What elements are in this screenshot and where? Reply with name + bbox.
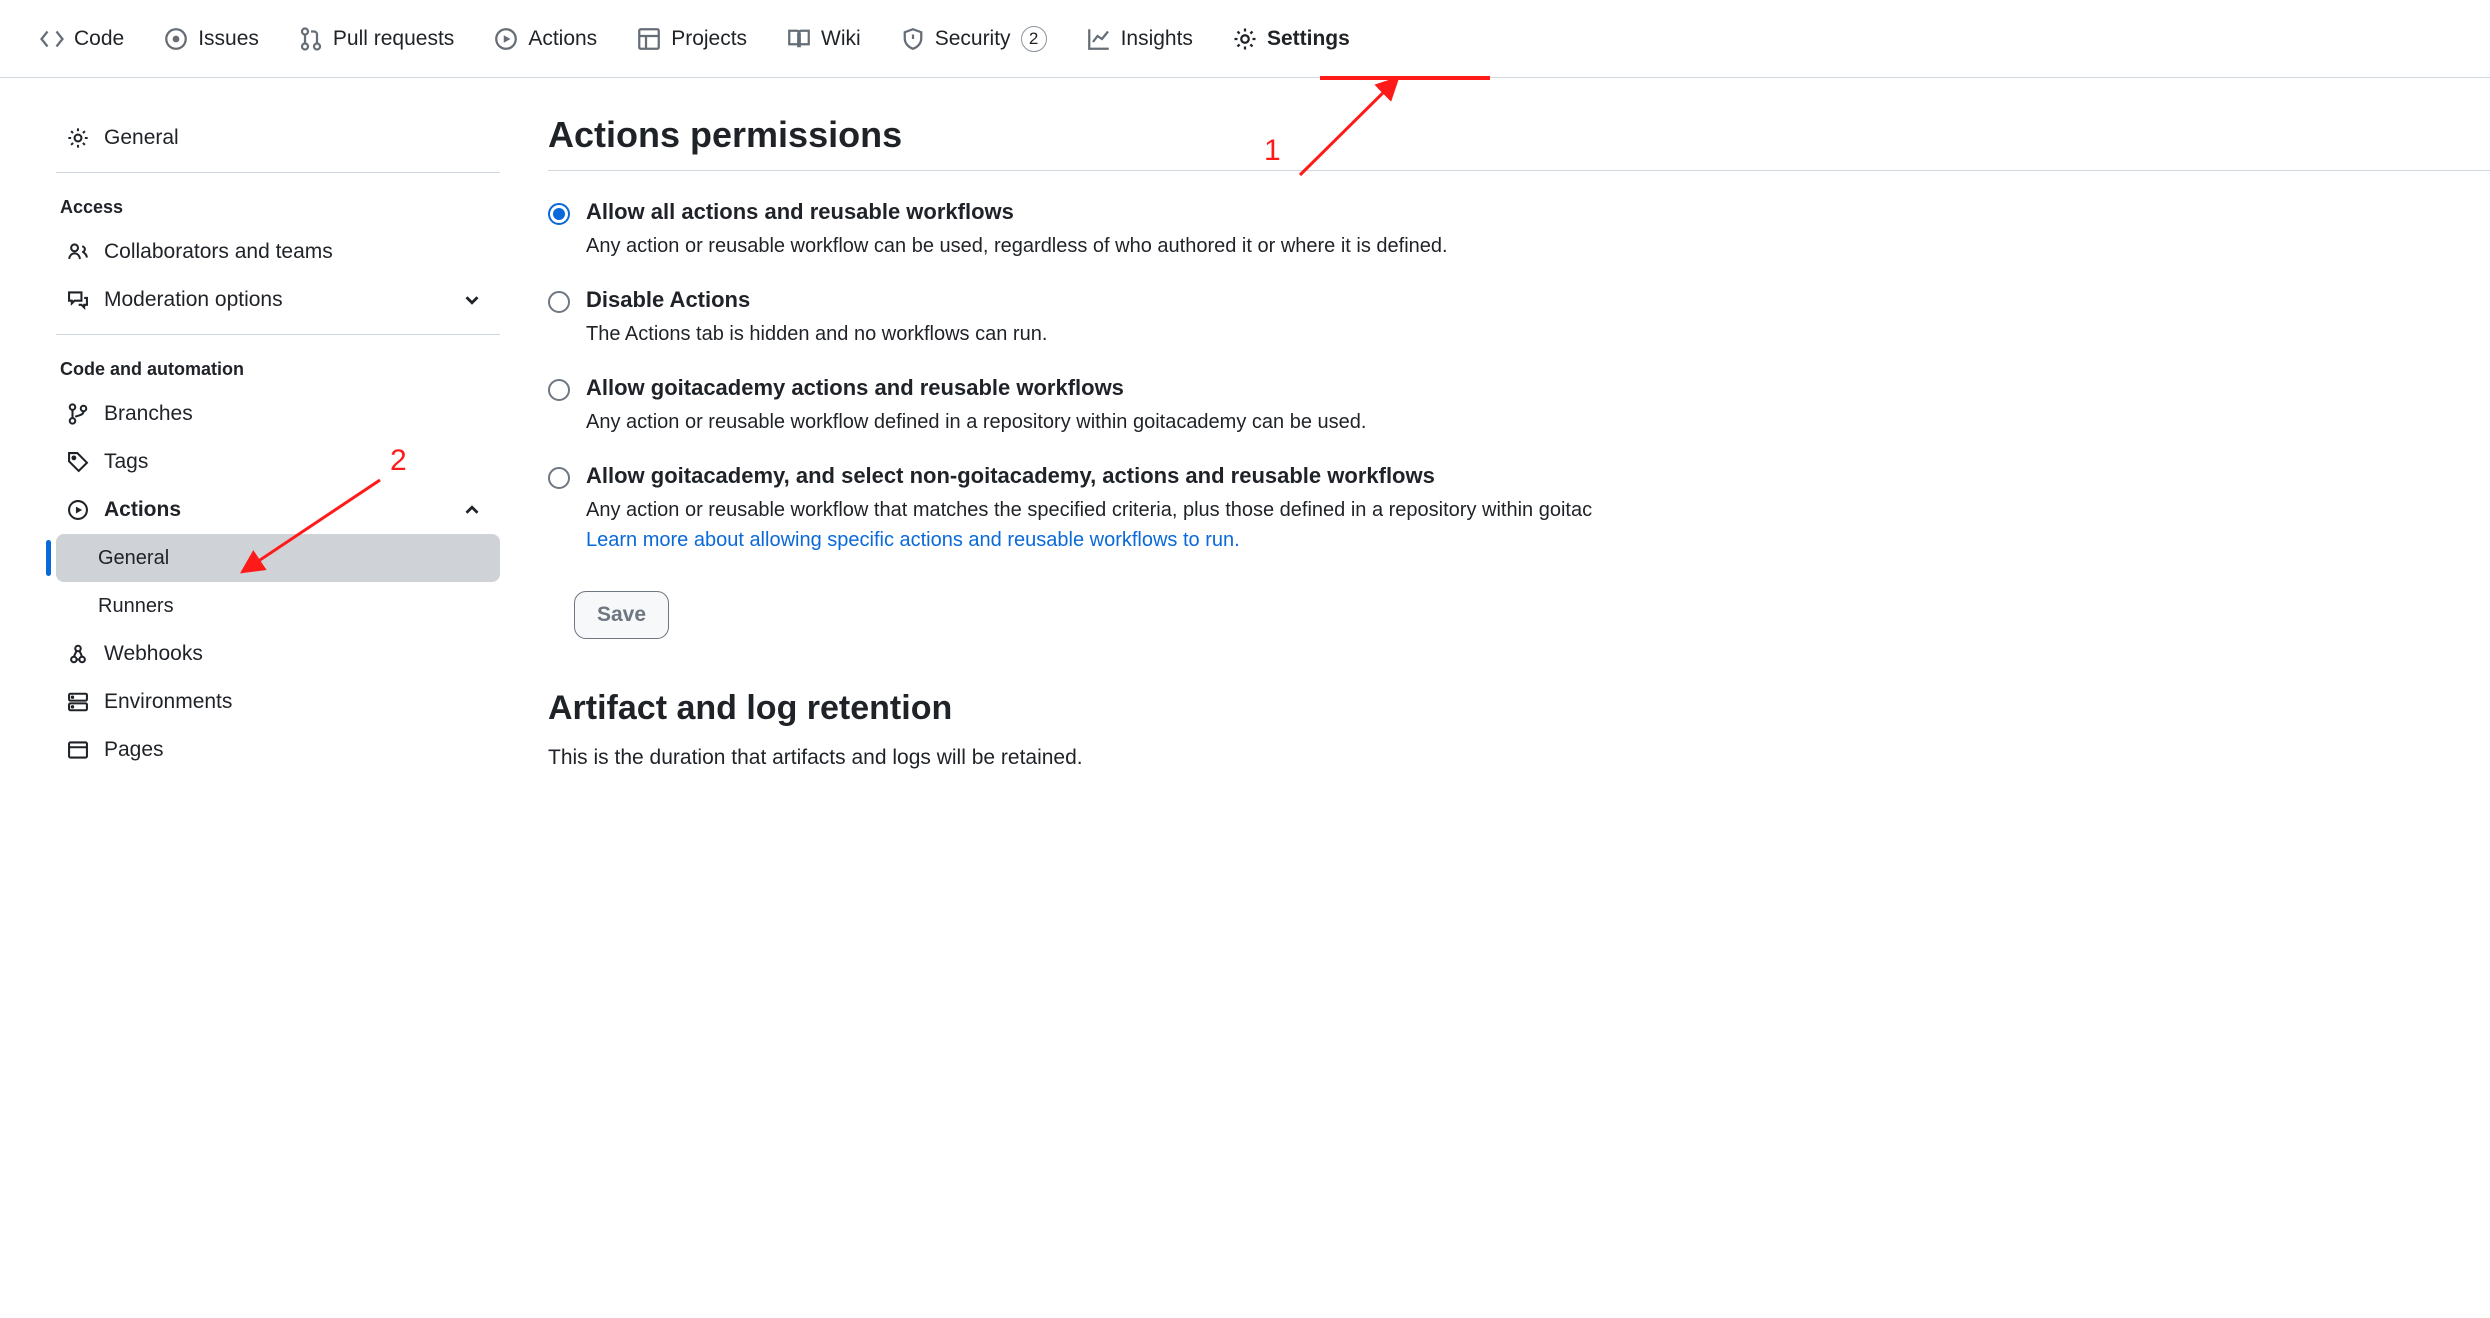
sidebar-actions-general-label: General — [98, 547, 169, 570]
tab-projects[interactable]: Projects — [621, 0, 763, 77]
tab-code[interactable]: Code — [24, 0, 140, 77]
book-icon — [787, 27, 811, 51]
tab-issues[interactable]: Issues — [148, 0, 275, 77]
sidebar-pages[interactable]: Pages — [56, 726, 500, 774]
retention-heading: Artifact and log retention — [548, 689, 2490, 728]
option-title: Disable Actions — [586, 287, 1047, 313]
git-pull-request-icon — [299, 27, 323, 51]
git-branch-icon — [66, 402, 90, 426]
main-content: Actions permissions Allow all actions an… — [548, 114, 2490, 774]
sidebar-collaborators-label: Collaborators and teams — [104, 240, 333, 264]
gear-icon — [66, 126, 90, 150]
tab-pulls[interactable]: Pull requests — [283, 0, 470, 77]
sidebar-pages-label: Pages — [104, 738, 164, 762]
tab-security[interactable]: Security 2 — [885, 0, 1063, 77]
tab-actions[interactable]: Actions — [478, 0, 613, 77]
play-circle-icon — [494, 27, 518, 51]
option-desc: The Actions tab is hidden and no workflo… — [586, 319, 1047, 349]
option-title: Allow goitacademy, and select non-goitac… — [586, 463, 1592, 489]
settings-sidebar: General Access Collaborators and teams M… — [0, 114, 500, 774]
sidebar-actions-general[interactable]: General — [56, 534, 500, 582]
option-body: Allow all actions and reusable workflows… — [586, 199, 1448, 261]
sidebar-group-access: Access — [56, 177, 500, 228]
retention-desc: This is the duration that artifacts and … — [548, 746, 2490, 770]
repo-tabnav: Code Issues Pull requests Actions Projec… — [0, 0, 2490, 78]
tab-code-label: Code — [74, 27, 124, 51]
tab-actions-label: Actions — [528, 27, 597, 51]
sidebar-general[interactable]: General — [56, 114, 500, 162]
server-icon — [66, 690, 90, 714]
sidebar-moderation-label: Moderation options — [104, 288, 283, 312]
radio-disable[interactable] — [548, 291, 570, 313]
tab-pulls-label: Pull requests — [333, 27, 454, 51]
sidebar-tags[interactable]: Tags — [56, 438, 500, 486]
sidebar-collaborators[interactable]: Collaborators and teams — [56, 228, 500, 276]
radio-select[interactable] — [548, 467, 570, 489]
tab-settings[interactable]: Settings — [1217, 0, 1366, 77]
tab-wiki[interactable]: Wiki — [771, 0, 877, 77]
option-desc: Any action or reusable workflow that mat… — [586, 495, 1592, 555]
page-title: Actions permissions — [548, 114, 2490, 171]
gear-icon — [1233, 27, 1257, 51]
option-desc-text: Any action or reusable workflow that mat… — [586, 499, 1592, 521]
chevron-up-icon — [460, 498, 484, 522]
option-title: Allow goitacademy actions and reusable w… — [586, 375, 1366, 401]
option-body: Disable Actions The Actions tab is hidde… — [586, 287, 1047, 349]
tab-issues-label: Issues — [198, 27, 259, 51]
sidebar-actions[interactable]: Actions — [56, 486, 500, 534]
tab-insights-label: Insights — [1121, 27, 1193, 51]
tab-settings-label: Settings — [1267, 27, 1350, 51]
tab-projects-label: Projects — [671, 27, 747, 51]
webhook-icon — [66, 642, 90, 666]
option-disable[interactable]: Disable Actions The Actions tab is hidde… — [548, 287, 2490, 349]
option-desc: Any action or reusable workflow defined … — [586, 407, 1366, 437]
option-title: Allow all actions and reusable workflows — [586, 199, 1448, 225]
sidebar-environments-label: Environments — [104, 690, 232, 714]
play-circle-icon — [66, 498, 90, 522]
sidebar-moderation[interactable]: Moderation options — [56, 276, 500, 324]
graph-icon — [1087, 27, 1111, 51]
option-select[interactable]: Allow goitacademy, and select non-goitac… — [548, 463, 2490, 555]
comment-discussion-icon — [66, 288, 90, 312]
sidebar-actions-runners[interactable]: Runners — [56, 582, 500, 630]
option-desc: Any action or reusable workflow can be u… — [586, 231, 1448, 261]
sidebar-branches[interactable]: Branches — [56, 390, 500, 438]
issue-icon — [164, 27, 188, 51]
sidebar-environments[interactable]: Environments — [56, 678, 500, 726]
tab-insights[interactable]: Insights — [1071, 0, 1209, 77]
sidebar-webhooks[interactable]: Webhooks — [56, 630, 500, 678]
divider — [56, 172, 500, 173]
sidebar-group-code: Code and automation — [56, 339, 500, 390]
tab-security-label: Security — [935, 27, 1011, 51]
sidebar-actions-runners-label: Runners — [98, 595, 174, 618]
option-org-only[interactable]: Allow goitacademy actions and reusable w… — [548, 375, 2490, 437]
divider — [56, 334, 500, 335]
sidebar-general-label: General — [104, 126, 179, 150]
security-count-badge: 2 — [1021, 26, 1047, 52]
shield-icon — [901, 27, 925, 51]
chevron-down-icon — [460, 288, 484, 312]
sidebar-tags-label: Tags — [104, 450, 148, 474]
sidebar-webhooks-label: Webhooks — [104, 642, 203, 666]
table-icon — [637, 27, 661, 51]
code-icon — [40, 27, 64, 51]
radio-org-only[interactable] — [548, 379, 570, 401]
tag-icon — [66, 450, 90, 474]
option-body: Allow goitacademy, and select non-goitac… — [586, 463, 1592, 555]
sidebar-branches-label: Branches — [104, 402, 193, 426]
browser-icon — [66, 738, 90, 762]
option-body: Allow goitacademy actions and reusable w… — [586, 375, 1366, 437]
save-button[interactable]: Save — [574, 591, 669, 639]
learn-more-link[interactable]: Learn more about allowing specific actio… — [586, 529, 1240, 551]
sidebar-actions-label: Actions — [104, 498, 181, 522]
settings-container: General Access Collaborators and teams M… — [0, 78, 2490, 774]
tab-wiki-label: Wiki — [821, 27, 861, 51]
people-icon — [66, 240, 90, 264]
radio-allow-all[interactable] — [548, 203, 570, 225]
option-allow-all[interactable]: Allow all actions and reusable workflows… — [548, 199, 2490, 261]
